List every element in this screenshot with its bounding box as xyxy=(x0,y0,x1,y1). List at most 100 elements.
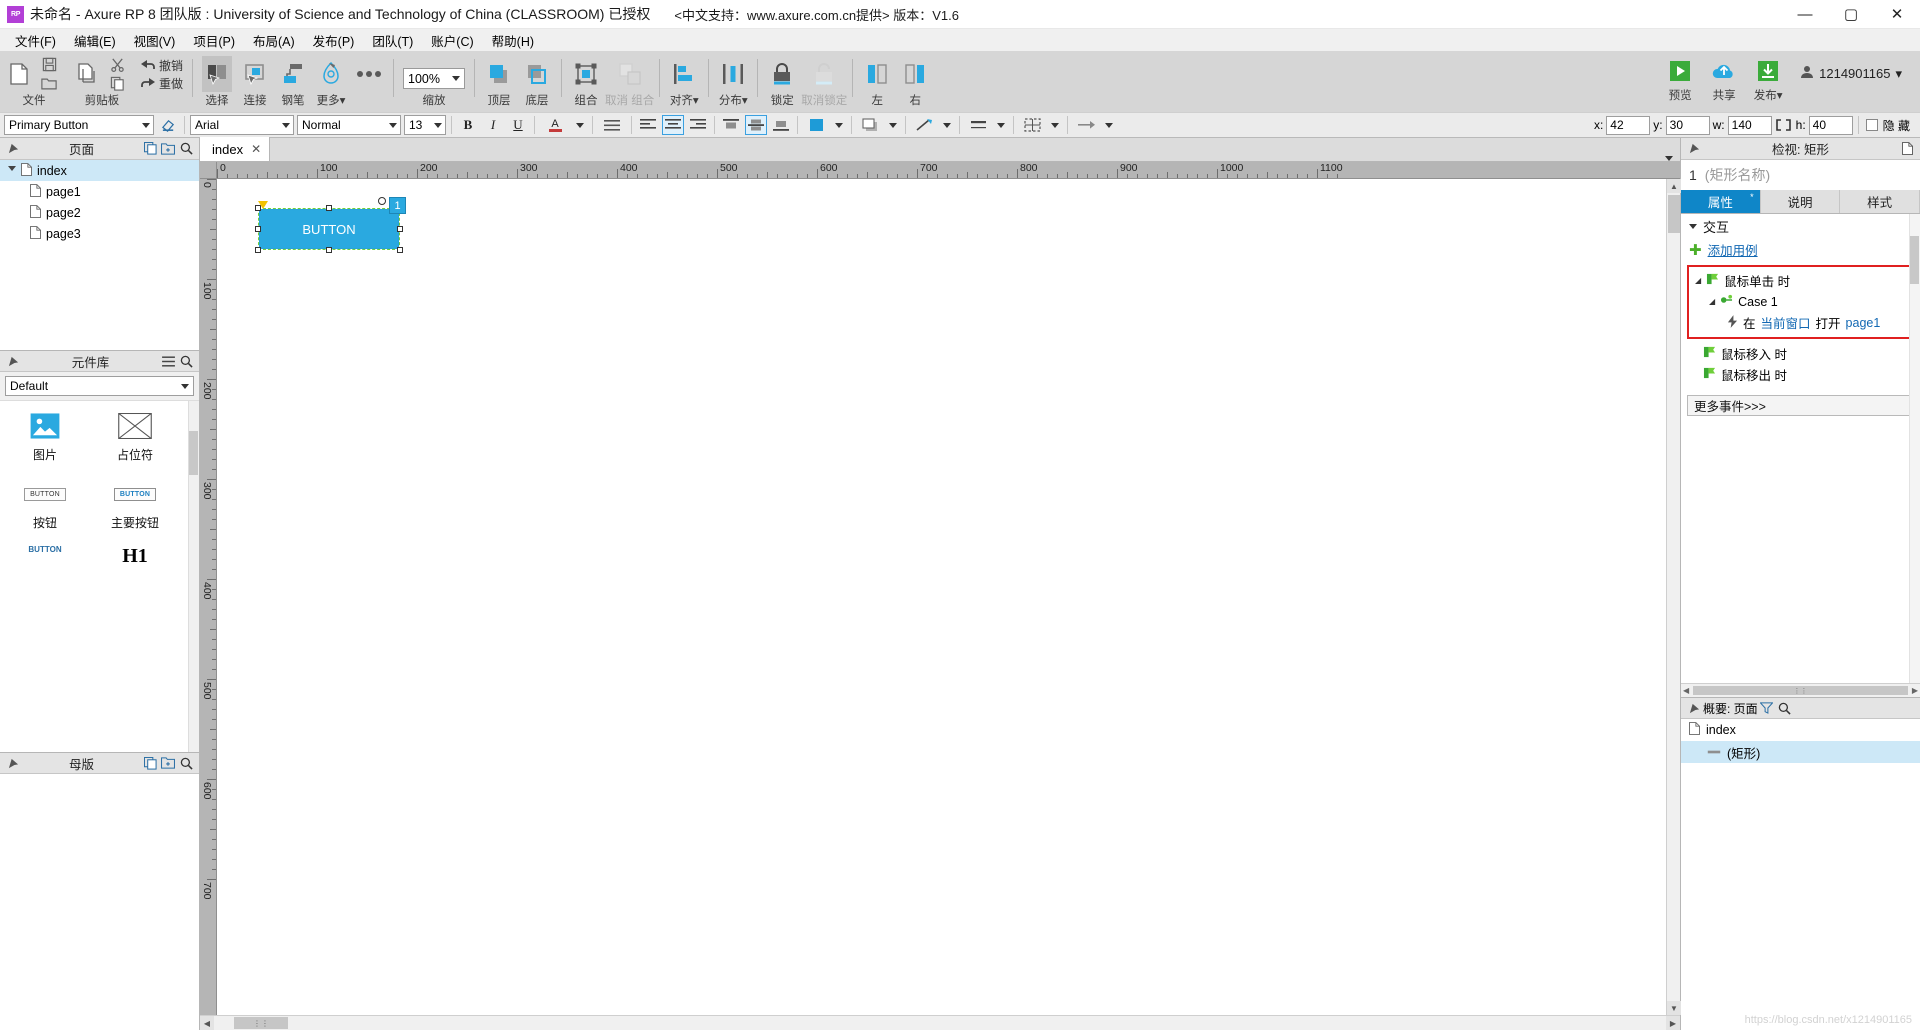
inspector-scrollbar[interactable] xyxy=(1909,214,1920,683)
arrow-style-icon[interactable] xyxy=(1073,115,1099,135)
align-icon[interactable] xyxy=(669,56,699,92)
menu-item-view[interactable]: 视图(V) xyxy=(125,29,185,52)
menu-item-file[interactable]: 文件(F) xyxy=(6,29,65,52)
italic-button[interactable]: I xyxy=(482,115,504,135)
scroll-right-arrow[interactable]: ▶ xyxy=(1910,686,1920,695)
resize-handle-s[interactable] xyxy=(326,247,332,253)
align-right-icon[interactable] xyxy=(900,56,930,92)
filter-icon[interactable] xyxy=(1758,699,1776,717)
search-icon[interactable] xyxy=(177,754,195,772)
style-paint-icon[interactable] xyxy=(157,115,179,135)
vertical-ruler[interactable]: 0 100 200 300 400 500 600 700 xyxy=(200,179,217,1015)
menu-item-layout[interactable]: 布局(A) xyxy=(244,29,304,52)
event-row-action[interactable]: 在 当前窗口 打开 page1 xyxy=(1691,312,1910,333)
font-color-dropdown[interactable] xyxy=(573,115,587,135)
outline-row-rect[interactable]: (矩形) xyxy=(1681,741,1920,763)
menu-item-help[interactable]: 帮助(H) xyxy=(483,29,543,52)
rotate-handle[interactable] xyxy=(378,197,386,205)
masters-list[interactable] xyxy=(0,774,199,1030)
search-icon[interactable] xyxy=(177,140,195,158)
x-input[interactable] xyxy=(1606,115,1651,135)
fill-color-button[interactable] xyxy=(803,115,829,135)
resize-handle-w[interactable] xyxy=(255,226,261,232)
search-icon[interactable] xyxy=(177,352,195,370)
align-left-icon[interactable] xyxy=(637,115,659,135)
library-item-image[interactable]: 图片 xyxy=(0,409,90,463)
horizontal-ruler[interactable]: 0 100 200 300 400 500 600 700 800 900 1000 1100 xyxy=(217,162,1680,179)
w-input[interactable] xyxy=(1727,115,1772,135)
pointer-icon[interactable] xyxy=(4,754,22,772)
inspector-horizontal-scrollbar[interactable]: ◀ ⋮⋮ ▶ xyxy=(1681,683,1920,697)
align-bottom-icon[interactable] xyxy=(770,115,792,135)
shadow-icon[interactable] xyxy=(857,115,883,135)
menu-icon[interactable] xyxy=(159,352,177,370)
inspector-scroll-thumb[interactable] xyxy=(1910,236,1919,284)
y-input[interactable] xyxy=(1665,115,1710,135)
line-color-icon[interactable] xyxy=(911,115,937,135)
distribute-icon[interactable] xyxy=(718,56,748,92)
preview-button[interactable]: 预览 xyxy=(1658,53,1702,103)
new-file-icon[interactable] xyxy=(4,56,34,92)
duplicate-page-icon[interactable] xyxy=(72,56,102,92)
select-tool-icon[interactable] xyxy=(202,56,233,92)
interactions-section-header[interactable]: 交互 xyxy=(1681,214,1920,238)
pointer-icon[interactable] xyxy=(4,140,22,158)
library-item-button-2[interactable]: BUTTON xyxy=(0,545,90,563)
lock-icon[interactable] xyxy=(767,56,797,92)
border-dropdown[interactable] xyxy=(1048,115,1062,135)
cut-icon[interactable] xyxy=(102,56,132,74)
publish-button[interactable]: 发布▾ xyxy=(1746,53,1790,103)
library-select[interactable]: Default xyxy=(5,376,194,396)
canvas-tab-index[interactable]: index ✕ xyxy=(200,137,271,161)
bold-button[interactable]: B xyxy=(457,115,479,135)
send-back-icon[interactable] xyxy=(522,56,552,92)
open-folder-icon[interactable] xyxy=(34,75,64,93)
page-icon[interactable] xyxy=(1898,140,1916,158)
page-row-page1[interactable]: page1 xyxy=(0,181,199,202)
canvas-vscroll-thumb[interactable] xyxy=(1668,195,1680,233)
scroll-down-arrow[interactable]: ▼ xyxy=(1667,1001,1681,1015)
tab-notes[interactable]: 说明 xyxy=(1761,190,1841,213)
bring-front-icon[interactable] xyxy=(484,56,514,92)
reference-point-icon[interactable] xyxy=(258,201,268,209)
font-size-select[interactable]: 13 xyxy=(404,115,446,135)
close-button[interactable]: ✕ xyxy=(1874,0,1920,29)
text-options-icon[interactable] xyxy=(598,115,626,135)
resize-handle-n[interactable] xyxy=(326,205,332,211)
border-icon[interactable] xyxy=(1019,115,1045,135)
arrow-style-dropdown[interactable] xyxy=(1102,115,1116,135)
add-folder-icon[interactable] xyxy=(159,140,177,158)
tab-style[interactable]: 样式 xyxy=(1840,190,1920,213)
widget-style-select[interactable]: Primary Button xyxy=(4,115,154,135)
add-folder-icon[interactable] xyxy=(159,754,177,772)
more-events-button[interactable]: 更多事件>>> xyxy=(1687,395,1914,416)
more-tools-icon[interactable] xyxy=(354,56,384,92)
align-center-icon[interactable] xyxy=(662,115,684,135)
line-style-icon[interactable] xyxy=(965,115,991,135)
line-color-dropdown[interactable] xyxy=(940,115,954,135)
inspector-widget-name[interactable]: (矩形名称) xyxy=(1705,165,1770,185)
redo-button[interactable]: 重做 xyxy=(140,75,183,92)
event-row-mouseleave[interactable]: 鼠标移出 时 xyxy=(1681,364,1920,385)
add-case-button[interactable]: ✚ 添加用例 xyxy=(1681,238,1920,261)
menu-item-project[interactable]: 项目(P) xyxy=(184,29,244,52)
canvas-hscroll-thumb[interactable]: ⋮⋮ xyxy=(234,1017,288,1029)
tab-overflow-button[interactable] xyxy=(1658,156,1680,161)
library-scroll-thumb[interactable] xyxy=(189,431,198,475)
h-input[interactable] xyxy=(1808,115,1853,135)
align-middle-icon[interactable] xyxy=(745,115,767,135)
expander-icon[interactable]: ◢ xyxy=(1709,297,1715,306)
ungroup-icon[interactable] xyxy=(615,56,645,92)
menu-item-account[interactable]: 账户(C) xyxy=(422,29,482,52)
align-left-icon[interactable] xyxy=(862,56,892,92)
copy-icon[interactable] xyxy=(102,75,132,93)
zoom-select[interactable]: 100% xyxy=(403,68,466,89)
library-item-button[interactable]: BUTTON 按钮 xyxy=(0,477,90,531)
align-right-icon[interactable] xyxy=(687,115,709,135)
font-color-button[interactable]: A xyxy=(540,115,570,135)
menu-item-team[interactable]: 团队(T) xyxy=(363,29,422,52)
line-style-dropdown[interactable] xyxy=(994,115,1008,135)
underline-button[interactable]: U xyxy=(507,115,529,135)
connector-tool-icon[interactable] xyxy=(240,56,270,92)
annotation-badge[interactable]: 1 xyxy=(389,197,406,214)
